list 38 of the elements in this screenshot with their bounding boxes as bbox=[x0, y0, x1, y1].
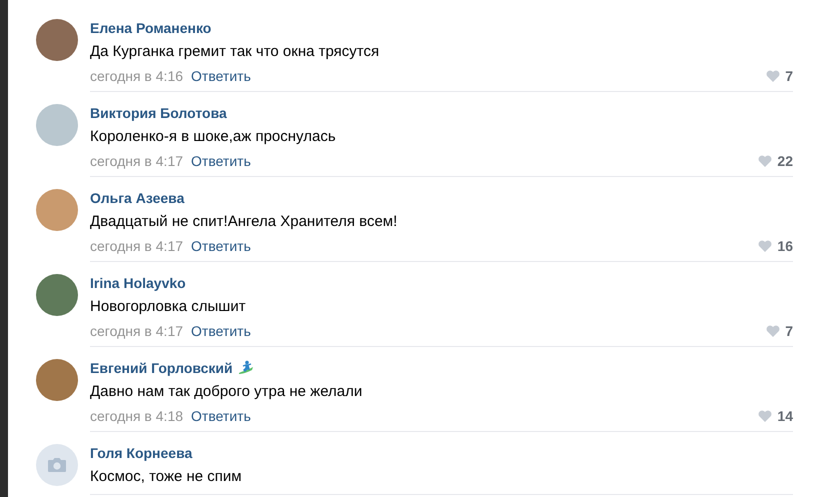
comment-text: Давно нам так доброго утра не желали bbox=[90, 382, 364, 402]
surfer-icon bbox=[238, 360, 254, 376]
comment-text: Новогорловка слышит bbox=[90, 297, 247, 317]
author-name[interactable]: Виктория Болотова bbox=[90, 105, 227, 121]
like-button[interactable]: 14 bbox=[758, 408, 793, 424]
author-name[interactable]: Евгений Горловский bbox=[90, 360, 233, 376]
comment-time: сегодня в 4:17 bbox=[90, 153, 184, 169]
comment-time: сегодня в 4:17 bbox=[90, 238, 184, 254]
heart-icon bbox=[758, 410, 772, 422]
like-button[interactable]: 16 bbox=[758, 238, 793, 254]
avatar-photo-placeholder[interactable] bbox=[36, 19, 78, 61]
reply-link[interactable]: Ответить bbox=[191, 153, 251, 169]
author-name[interactable]: Irina Holayvko bbox=[90, 275, 186, 291]
heart-icon bbox=[766, 70, 780, 82]
like-button[interactable]: 7 bbox=[766, 68, 793, 84]
comment-time: сегодня в 4:16 bbox=[90, 68, 184, 84]
reply-link[interactable]: Ответить bbox=[191, 323, 251, 339]
comment-text: Двадцатый не спит!Ангела Хранителя всем! bbox=[90, 212, 398, 232]
reply-link[interactable]: Ответить bbox=[191, 408, 251, 424]
heart-icon bbox=[758, 155, 772, 167]
heart-icon bbox=[758, 240, 772, 252]
avatar-photo-placeholder[interactable] bbox=[36, 189, 78, 231]
avatar-photo-placeholder[interactable] bbox=[36, 359, 78, 401]
comment-text: Короленко-я в шоке,аж проснулась bbox=[90, 127, 337, 147]
author-name[interactable]: Голя Корнеева bbox=[90, 445, 192, 461]
camera-icon bbox=[47, 457, 67, 473]
like-button[interactable]: 7 bbox=[766, 323, 793, 339]
reply-link[interactable]: Ответить bbox=[191, 68, 251, 84]
comment-time: сегодня в 4:18 bbox=[90, 408, 184, 424]
avatar-photo-placeholder[interactable] bbox=[36, 274, 78, 316]
comment-text: Космос, тоже не спим bbox=[90, 467, 243, 487]
like-button[interactable]: 22 bbox=[758, 153, 793, 169]
author-name[interactable]: Ольга Азеева bbox=[90, 190, 184, 206]
heart-icon bbox=[766, 325, 780, 337]
reply-link[interactable]: Ответить bbox=[191, 238, 251, 254]
comment-text: Да Курганка гремит так что окна трясутся bbox=[90, 42, 380, 62]
comment-time: сегодня в 4:17 bbox=[90, 323, 184, 339]
author-name[interactable]: Елена Романенко bbox=[90, 20, 212, 36]
